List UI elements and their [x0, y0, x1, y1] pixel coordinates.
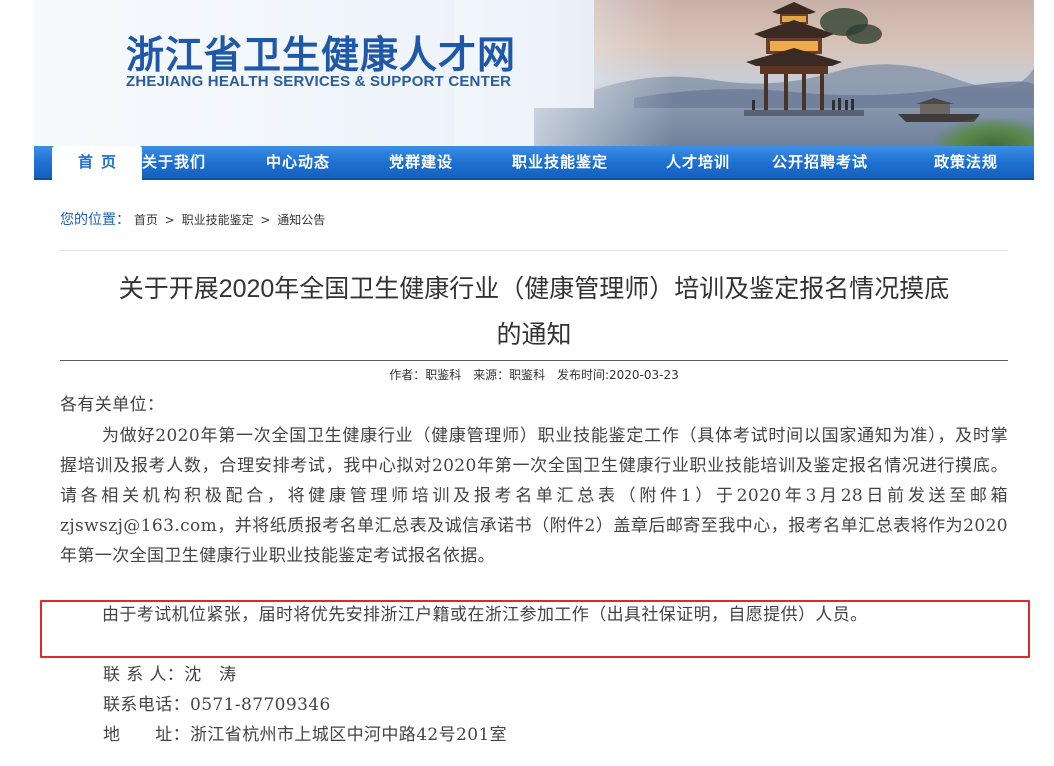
breadcrumb-skill-appraisal[interactable]: 职业技能鉴定: [182, 213, 254, 227]
nav-item-home[interactable]: 首页: [52, 146, 142, 180]
nav-item-news[interactable]: 中心动态: [266, 146, 330, 178]
contact-address: 地 址：浙江省杭州市上城区中河中路42号201室: [103, 725, 508, 745]
title-divider: [60, 360, 1008, 361]
pavilion-illustration: [744, 2, 882, 116]
divider: [60, 250, 1008, 251]
article-meta: 作者：职鉴科 来源：职鉴科 发布时间:2020-03-23: [60, 366, 1008, 383]
article-published-date: 发布时间:2020-03-23: [556, 368, 679, 382]
article-title-line1: 关于开展2020年全国卫生健康行业（健康管理师）培训及鉴定报名情况摸底: [118, 275, 950, 303]
breadcrumb-colon: ：: [116, 212, 130, 228]
article-salutation: 各有关单位：: [60, 395, 165, 415]
article-title: 关于开展2020年全国卫生健康行业（健康管理师）培训及鉴定报名情况摸底 的通知: [60, 266, 1008, 358]
breadcrumb-notices[interactable]: 通知公告: [277, 213, 325, 227]
site-banner: 浙江省卫生健康人才网 ZHEJIANG HEALTH SERVICES & SU…: [34, 0, 1034, 146]
article-title-line2: 的通知: [496, 321, 572, 349]
breadcrumb: 您的位置： 首页 > 职业技能鉴定 > 通知公告: [60, 209, 325, 229]
article-source: 来源：职鉴科: [473, 368, 546, 382]
highlight-annotation-box: [40, 600, 1030, 658]
main-nav: 首页 关于我们 中心动态 党群建设 职业技能鉴定 人才培训 公开招聘考试 政策法…: [34, 146, 1034, 180]
breadcrumb-separator: >: [164, 213, 175, 227]
breadcrumb-label: 您的位置: [60, 212, 116, 228]
contact-person: 联 系 人：沈 涛: [103, 665, 237, 685]
contact-phone: 联系电话：0571-87709346: [103, 695, 331, 715]
breadcrumb-separator: >: [260, 213, 271, 227]
breadcrumb-home[interactable]: 首页: [134, 213, 158, 227]
nav-item-skill-appraisal[interactable]: 职业技能鉴定: [512, 146, 608, 178]
reeds-decoration: [934, 118, 1034, 146]
site-title: 浙江省卫生健康人才网: [126, 35, 517, 77]
nav-item-about[interactable]: 关于我们: [142, 146, 206, 178]
nav-item-training[interactable]: 人才培训: [666, 146, 730, 178]
article-paragraph-1: 为做好2020年第一次全国卫生健康行业（健康管理师）职业技能鉴定工作（具体考试时…: [60, 426, 1008, 566]
nav-item-policy[interactable]: 政策法规: [934, 146, 998, 178]
nav-item-recruitment[interactable]: 公开招聘考试: [772, 146, 868, 178]
page: 浙江省卫生健康人才网 ZHEJIANG HEALTH SERVICES & SU…: [0, 0, 1054, 766]
article-author: 作者：职鉴科: [389, 368, 462, 382]
nav-item-party[interactable]: 党群建设: [389, 146, 453, 178]
site-subtitle: ZHEJIANG HEALTH SERVICES & SUPPORT CENTE…: [126, 73, 512, 90]
